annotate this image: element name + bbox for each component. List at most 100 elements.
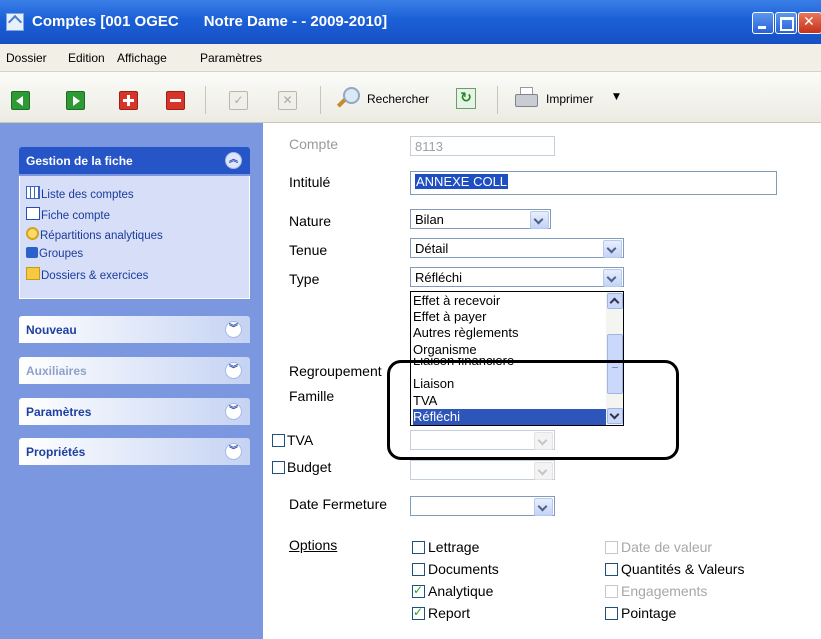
- chevron-down-icon: [534, 462, 553, 480]
- title-bar: Comptes [001 OGEC Notre Dame - - 2009-20…: [0, 0, 821, 44]
- compte-field[interactable]: 8113: [410, 136, 555, 156]
- sidebar-section-label: Auxiliaires: [26, 364, 87, 378]
- close-button[interactable]: [798, 12, 821, 34]
- refresh-icon[interactable]: ↻: [456, 88, 476, 109]
- nature-label: Nature: [289, 213, 332, 229]
- add-record-icon[interactable]: [119, 91, 138, 110]
- toolbar-separator: [497, 86, 498, 114]
- tenue-label: Tenue: [289, 242, 328, 258]
- intitule-field[interactable]: ANNEXE COLL: [410, 171, 777, 195]
- chevron-down-icon[interactable]: [534, 498, 553, 516]
- report-checkbox[interactable]: [412, 605, 425, 620]
- link-label: Répartitions analytiques: [40, 230, 163, 242]
- card-icon: [26, 207, 40, 220]
- menu-edition[interactable]: Edition: [68, 51, 105, 65]
- intitule-label: Intitulé: [289, 174, 331, 190]
- window-title: Comptes [001 OGEC Notre Dame - - 2009-20…: [32, 13, 388, 30]
- analytique-checkbox[interactable]: [412, 583, 425, 598]
- sidebar-link-groupes[interactable]: Groupes: [26, 247, 83, 260]
- compte-label: Compte: [289, 136, 339, 152]
- engagements-checkbox[interactable]: [605, 585, 618, 598]
- sidebar-link-liste-comptes[interactable]: Liste des comptes: [26, 186, 134, 201]
- date-valeur-checkbox[interactable]: [605, 541, 618, 554]
- chevron-down-icon[interactable]: [530, 211, 549, 229]
- print-dropdown-arrow-icon[interactable]: ▼: [613, 92, 620, 102]
- date-valeur-label: Date de valeur: [621, 539, 713, 555]
- sidebar-section-label: Paramètres: [26, 405, 92, 419]
- documents-label: Documents: [428, 561, 499, 577]
- famille-label: Famille: [289, 388, 335, 404]
- sidebar-section-gestion[interactable]: Gestion de la fiche ︽: [19, 147, 250, 174]
- tenue-value: Détail: [415, 241, 449, 256]
- delete-record-icon[interactable]: [166, 91, 185, 110]
- cancel-icon[interactable]: ✕: [278, 91, 297, 110]
- date-fermeture-select[interactable]: [410, 496, 555, 516]
- analytique-label: Analytique: [428, 583, 494, 599]
- highlight-annotation: [387, 360, 679, 460]
- options-label: Options: [289, 537, 338, 553]
- dropdown-option[interactable]: Organisme: [413, 342, 603, 358]
- link-label: Dossiers & exercices: [41, 270, 149, 282]
- search-icon[interactable]: [335, 86, 360, 110]
- documents-checkbox[interactable]: [412, 563, 425, 576]
- dropdown-option[interactable]: Autres règlements: [413, 325, 603, 341]
- lettrage-label: Lettrage: [428, 539, 480, 555]
- menu-dossier[interactable]: Dossier: [6, 51, 47, 65]
- expand-chevron-icon[interactable]: ︾: [225, 443, 242, 460]
- pointage-checkbox[interactable]: [605, 607, 618, 620]
- sidebar-section-label: Nouveau: [26, 323, 77, 337]
- toolbar: ✓ ✕ Rechercher ↻ Imprimer ▼: [0, 72, 821, 123]
- next-record-icon[interactable]: [66, 91, 85, 110]
- previous-record-icon[interactable]: [11, 91, 30, 110]
- pointage-label: Pointage: [621, 605, 677, 621]
- menu-affichage[interactable]: Affichage: [117, 51, 167, 65]
- expand-chevron-icon[interactable]: ︾: [225, 403, 242, 420]
- sidebar-section-proprietes[interactable]: Propriétés ︾: [19, 438, 250, 465]
- toolbar-separator: [320, 86, 321, 114]
- sidebar-section-label: Propriétés: [26, 445, 86, 459]
- dropdown-option[interactable]: Effet à recevoir: [413, 293, 603, 309]
- type-value: Réfléchi: [415, 270, 462, 285]
- chevron-down-icon[interactable]: [603, 269, 622, 287]
- dropdown-option[interactable]: Effet à payer: [413, 309, 603, 325]
- budget-select[interactable]: [410, 460, 555, 480]
- budget-checkbox[interactable]: [272, 461, 285, 474]
- nature-select[interactable]: Bilan: [410, 209, 551, 229]
- link-label: Liste des comptes: [41, 189, 134, 201]
- validate-icon[interactable]: ✓: [229, 91, 248, 110]
- sidebar-link-dossiers[interactable]: Dossiers & exercices: [26, 267, 148, 282]
- link-label: Fiche compte: [41, 210, 111, 222]
- lettrage-checkbox[interactable]: [412, 541, 425, 554]
- tva-label: TVA: [287, 432, 314, 448]
- scroll-up-icon[interactable]: [607, 293, 623, 309]
- quantites-valeurs-checkbox[interactable]: [605, 563, 618, 576]
- collapse-chevron-icon[interactable]: ︽: [225, 152, 242, 169]
- menu-parametres[interactable]: Paramètres: [200, 51, 262, 65]
- sidebar-section-nouveau[interactable]: Nouveau ︾: [19, 316, 250, 343]
- expand-chevron-icon[interactable]: ︾: [225, 362, 242, 379]
- type-select[interactable]: Réfléchi: [410, 267, 624, 287]
- sidebar-link-fiche-compte[interactable]: Fiche compte: [26, 207, 110, 222]
- intitule-value: ANNEXE COLL: [415, 174, 509, 189]
- sidebar-section-auxiliaires[interactable]: Auxiliaires ︾: [19, 357, 250, 384]
- key-icon: [26, 227, 39, 240]
- quantites-valeurs-label: Quantités & Valeurs: [621, 561, 745, 577]
- maximize-button[interactable]: [775, 12, 797, 34]
- chevron-down-icon[interactable]: [603, 240, 622, 258]
- link-label: Groupes: [39, 248, 84, 260]
- group-icon: [26, 247, 38, 258]
- printer-icon[interactable]: [514, 87, 538, 109]
- expand-chevron-icon[interactable]: ︾: [225, 321, 242, 338]
- print-button-label[interactable]: Imprimer: [546, 92, 593, 106]
- search-button-label[interactable]: Rechercher: [367, 92, 429, 106]
- form-labels-column: [263, 123, 400, 639]
- tenue-select[interactable]: Détail: [410, 238, 624, 258]
- budget-label: Budget: [287, 459, 332, 475]
- nature-value: Bilan: [415, 212, 444, 227]
- sidebar-link-repartitions[interactable]: Répartitions analytiques: [26, 227, 163, 242]
- tva-checkbox[interactable]: [272, 434, 285, 447]
- type-label: Type: [289, 271, 320, 287]
- sidebar-links-panel: Liste des comptes Fiche compte Répartiti…: [19, 176, 250, 299]
- sidebar-section-parametres[interactable]: Paramètres ︾: [19, 398, 250, 425]
- minimize-button[interactable]: [752, 12, 774, 34]
